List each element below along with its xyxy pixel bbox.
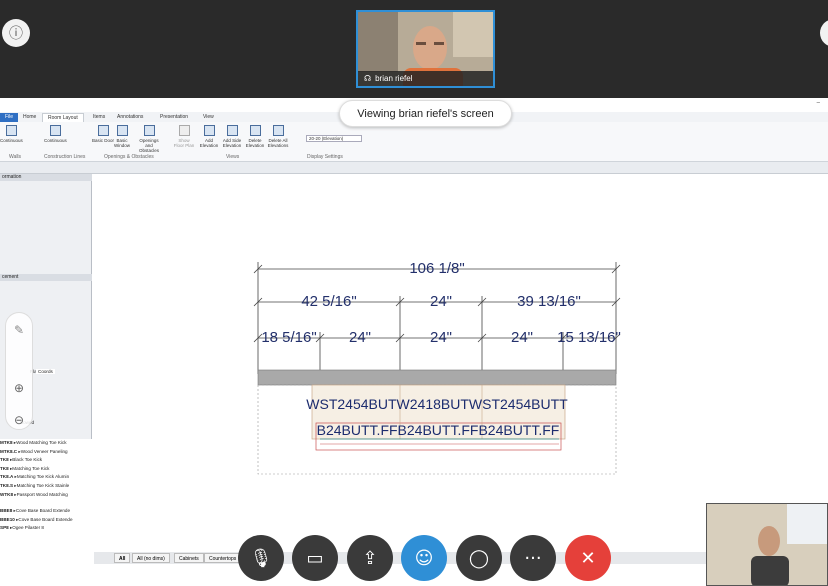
basic-window-button[interactable]: Basic Window <box>111 125 133 148</box>
chat-button[interactable]: ◯ <box>456 535 502 581</box>
headset-icon: ☊ <box>364 74 372 83</box>
list-item[interactable]: TK8.S ▸Matching Toe Kick Stainle <box>0 482 92 491</box>
tab-home[interactable]: Home <box>18 113 41 122</box>
list-item[interactable]: BBE8 ▸Cove Base Board Extende <box>0 507 92 516</box>
dimension-lines <box>253 262 621 374</box>
placement-panel-header: cement <box>0 274 92 281</box>
item-list: MTK8 ▸Wood Matching Toe Kick MTK8.C ▸Woo… <box>0 439 92 584</box>
self-video <box>707 504 827 585</box>
dim-tier2-3: 39 13/16" <box>517 293 581 310</box>
elevation-canvas[interactable]: 106 1/8" 42 5/16" 24" 39 13/16" 18 5/16" 24" 2… <box>94 178 828 550</box>
openings-obstacles-button[interactable]: Openings and Obstacles <box>138 125 160 153</box>
tab-presentation[interactable]: Presentation <box>155 113 193 122</box>
tab-room-layout[interactable]: Room Layout <box>42 113 84 122</box>
mute-button[interactable]: 🎙︎ <box>238 535 284 581</box>
end-call-button[interactable]: ✕ <box>565 535 611 581</box>
zoom-controls: ✎ ⊕ ⊖ <box>5 312 33 430</box>
ribbon: Continuous Continuous Basic Door Basic W… <box>0 122 828 162</box>
tab-view[interactable]: View <box>198 113 219 122</box>
continuous-wall-button[interactable]: Continuous <box>0 125 23 143</box>
tab-file[interactable]: File <box>0 113 19 122</box>
add-elevation-button[interactable]: Add Elevation <box>198 125 220 148</box>
dim-overall: 106 1/8" <box>409 260 464 277</box>
add-side-elevation-button[interactable]: Add Side Elevation <box>221 125 243 148</box>
list-item[interactable]: TK8 ▸Black Toe Kick <box>0 456 92 465</box>
display-settings-select[interactable]: 20-20 (Elevation) <box>306 135 362 142</box>
tab-items[interactable]: Items <box>88 113 110 122</box>
participants-button[interactable]: ☺ <box>401 535 447 581</box>
camera-off-icon: ▭ <box>306 547 324 569</box>
group-views-label: Views <box>226 154 240 160</box>
show-floor-plan-button[interactable]: Show Floor Plan <box>173 125 195 148</box>
group-walls-label: Walls <box>9 154 22 160</box>
view-tab-cabinets[interactable]: Cabinets <box>174 553 204 563</box>
list-item[interactable]: BBE10 ▸Cove Base Board Extende <box>0 516 92 525</box>
dim-tier3-4: 24" <box>511 329 533 346</box>
share-icon: ⇪ <box>362 547 378 569</box>
zoom-in-icon[interactable]: ⊕ <box>14 381 24 395</box>
wall-cabinet-label: WST2454BUTW2418BUTWST2454BUTT <box>306 396 568 412</box>
view-tab-all[interactable]: All <box>114 553 131 563</box>
continuous-construction-button[interactable]: Continuous <box>44 125 67 143</box>
dim-tier3-2: 24" <box>349 329 371 346</box>
presenter-name: brian riefel <box>375 74 413 83</box>
shared-app-window: – File Home Room Layout Items Annotation… <box>0 98 828 586</box>
info-icon[interactable]: ⓘ <box>2 19 30 47</box>
presenter-name-bar: ☊ brian riefel <box>358 71 493 86</box>
list-item[interactable]: TK8 ▸Matching Toe Kick <box>0 465 92 474</box>
close-icon: ✕ <box>580 547 596 569</box>
list-item[interactable]: TK8.A ▸Matching Toe Kick Alumin <box>0 473 92 482</box>
dim-tier3-1: 18 5/16" <box>261 329 316 346</box>
dim-tier2-2: 24" <box>430 293 452 310</box>
video-button[interactable]: ▭ <box>292 535 338 581</box>
placement-tab-coords[interactable]: Coords <box>36 369 55 374</box>
microphone-off-icon: 🎙︎ <box>249 547 273 569</box>
sharing-banner: Viewing brian riefel's screen <box>339 100 512 127</box>
list-item[interactable]: SP8 ▸Ogee Pilaster 8 <box>0 524 92 533</box>
window-controls[interactable]: – <box>817 100 820 106</box>
self-video-view[interactable] <box>706 503 828 586</box>
group-construction-label: Construction Lines <box>44 154 86 160</box>
chat-icon: ◯ <box>468 547 490 569</box>
quick-toolbar[interactable] <box>0 162 828 174</box>
list-item[interactable]: WTK8 ▸Passport Wood Matching <box>0 491 92 500</box>
view-tab-all-no-dims[interactable]: All (no dims) <box>132 553 170 563</box>
view-tab-countertops[interactable]: Countertops <box>204 553 242 563</box>
group-display-label: Display Settings <box>307 154 343 160</box>
list-item[interactable]: MTK8 ▸Wood Matching Toe Kick <box>0 439 92 448</box>
more-icon: ··· <box>524 547 542 569</box>
share-button[interactable]: ⇪ <box>347 535 393 581</box>
list-item[interactable]: MTK8.C ▸Wood Veneer Paneling <box>0 448 92 457</box>
presenter-video-thumbnail[interactable]: ☊ brian riefel <box>356 10 495 88</box>
dim-tier3-5: 15 13/16" <box>557 329 621 346</box>
group-openings-label: Openings & Obstacles <box>104 154 154 160</box>
zoom-out-icon[interactable]: ⊖ <box>14 413 24 427</box>
countertop[interactable] <box>257 369 617 386</box>
dim-tier3-3: 24" <box>430 329 452 346</box>
delete-elevation-button[interactable]: Delete Elevation <box>244 125 266 148</box>
information-panel-header: ormation <box>0 174 92 181</box>
more-button[interactable]: ··· <box>510 535 556 581</box>
annotate-icon[interactable]: ✎ <box>14 323 24 337</box>
base-cabinet-label: B24BUTT.FFB24BUTT.FFB24BUTT.FF <box>317 422 560 438</box>
person-icon: ☺ <box>414 547 434 569</box>
elevation-drawing: 106 1/8" 42 5/16" 24" 39 13/16" 18 5/16" 24" 2… <box>253 260 621 475</box>
dim-tier2-1: 42 5/16" <box>301 293 356 310</box>
delete-all-elevations-button[interactable]: Delete All Elevations <box>267 125 289 148</box>
tab-annotations[interactable]: Annotations <box>112 113 148 122</box>
